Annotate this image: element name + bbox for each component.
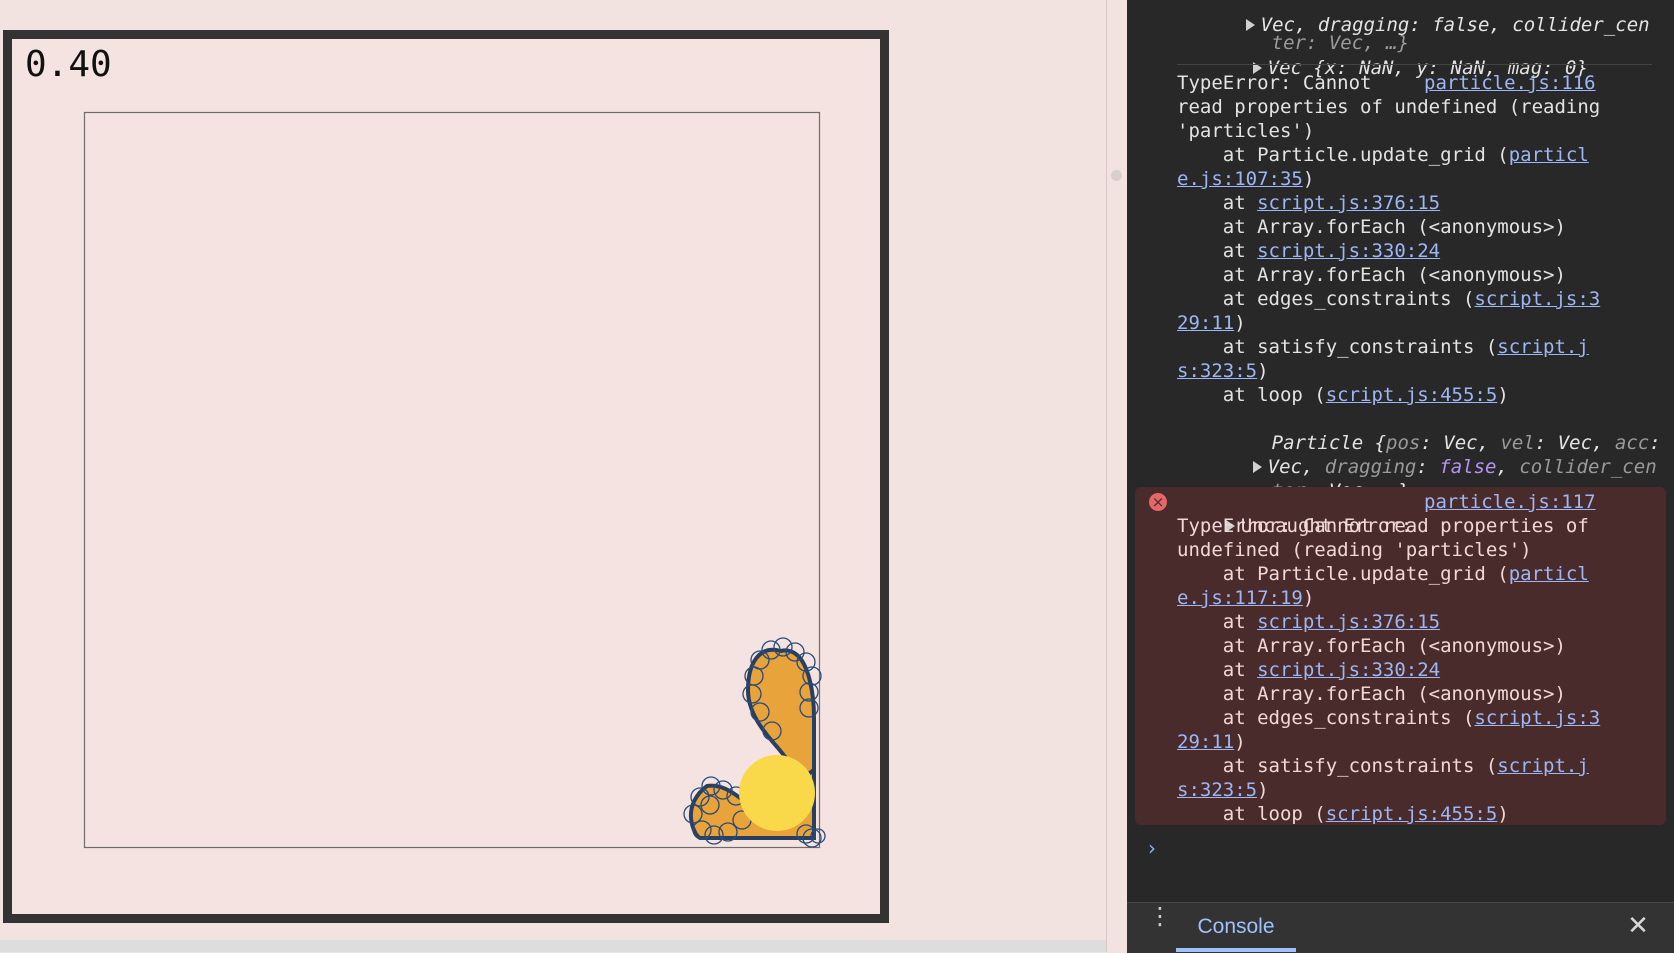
stack-frame-link[interactable]: script.js:376:15	[1257, 611, 1440, 633]
stack-frame-link[interactable]: 29:11	[1177, 731, 1234, 753]
stack-frame-line[interactable]: at script.js:330:24	[1177, 240, 1440, 264]
stack-frame-line[interactable]: at satisfy_constraints (script.j	[1177, 336, 1589, 360]
stack-frame-text: at edges_constraints (	[1177, 288, 1475, 310]
typeerror-text: read properties of undefined (reading	[1177, 96, 1601, 118]
stack-frame-line[interactable]: at loop (script.js:455:5)	[1177, 803, 1509, 827]
splitter-handle-icon[interactable]	[1111, 170, 1122, 181]
simulation-page: 0.40	[0, 0, 1106, 952]
stack-frame-link[interactable]: s:323:5	[1177, 360, 1257, 382]
stack-frame-line[interactable]: at Particle.update_grid (particl	[1177, 144, 1589, 168]
stack-frame-text: at loop (	[1177, 384, 1326, 406]
stack-frame-link[interactable]: 29:11	[1177, 312, 1234, 334]
stack-frame-text: )	[1234, 312, 1246, 334]
stack-frame-line[interactable]: e.js:107:35)	[1177, 168, 1314, 192]
stack-frame-text: at edges_constraints (	[1177, 707, 1475, 729]
stack-frame-line: at Array.forEach (<anonymous>)	[1177, 683, 1566, 707]
stack-frame-text: at	[1177, 659, 1258, 681]
stack-frame-text: at Array.forEach (<anonymous>)	[1177, 683, 1566, 705]
stack-frame-line[interactable]: at script.js:376:15	[1177, 611, 1440, 635]
source-link[interactable]: particle.js:116	[1424, 72, 1596, 96]
close-icon[interactable]: ✕	[1622, 908, 1654, 944]
stack-frame-text: at Array.forEach (<anonymous>)	[1177, 216, 1566, 238]
stack-frame-text: at satisfy_constraints (	[1177, 755, 1498, 777]
stack-frame-link[interactable]: script.js:376:15	[1257, 192, 1440, 214]
simulation-bounds	[83, 111, 821, 849]
stack-frame-text: )	[1302, 587, 1315, 609]
error-message-line: TypeError: Cannot read properties of	[1177, 515, 1589, 537]
stack-frame-link[interactable]: script.js:330:24	[1257, 240, 1440, 262]
tab-console[interactable]: Console	[1176, 902, 1296, 952]
stack-frame-line[interactable]: s:323:5)	[1177, 779, 1269, 803]
error-icon: ×	[1149, 493, 1167, 511]
stack-frame-link[interactable]: script.j	[1497, 336, 1589, 358]
console-object-line: ter: Vec, …}	[1271, 31, 1409, 54]
stack-frame-text: at satisfy_constraints (	[1177, 336, 1498, 358]
stack-frame-line[interactable]: at Particle.update_grid (particl	[1177, 563, 1589, 587]
page-horizontal-scrollbar[interactable]	[0, 940, 1106, 952]
stack-frame-line[interactable]: at script.js:330:24	[1177, 659, 1440, 683]
stack-frame-line: at Array.forEach (<anonymous>)	[1177, 216, 1566, 240]
stack-frame-link[interactable]: particl	[1509, 563, 1589, 585]
stack-frame-link[interactable]: particl	[1509, 144, 1589, 166]
stack-frame-text: at	[1177, 192, 1258, 214]
particle-object-line: ter: Vec, …}	[1203, 456, 1409, 502]
stack-frame-link[interactable]: script.js:3	[1474, 707, 1600, 729]
stack-frame-text: )	[1257, 360, 1269, 382]
stack-frame-line: at Array.forEach (<anonymous>)	[1177, 264, 1566, 288]
error-source-link[interactable]: particle.js:117	[1424, 491, 1596, 515]
stack-frame-link[interactable]: e.js:117:19	[1177, 587, 1303, 609]
stack-frame-line[interactable]: 29:11)	[1177, 312, 1246, 336]
stack-frame-link[interactable]: script.j	[1497, 755, 1589, 777]
stack-frame-link[interactable]: s:323:5	[1177, 779, 1257, 801]
stack-frame-text: )	[1257, 779, 1269, 801]
stack-frame-text: )	[1302, 168, 1315, 190]
stack-frame-link[interactable]: script.js:330:24	[1257, 659, 1440, 681]
console-prompt-icon[interactable]: ›	[1148, 836, 1156, 860]
stack-frame-text: at	[1177, 611, 1258, 633]
more-options-icon[interactable]: ⋮	[1148, 904, 1172, 940]
stack-frame-line[interactable]: 29:11)	[1177, 731, 1246, 755]
stack-frame-text: at Particle.update_grid (	[1177, 144, 1509, 166]
stack-frame-text: at loop (	[1177, 803, 1326, 825]
collider-ball[interactable]	[739, 755, 815, 831]
stack-frame-text: at Array.forEach (<anonymous>)	[1177, 264, 1566, 286]
stack-frame-text: at Array.forEach (<anonymous>)	[1177, 635, 1566, 657]
stack-frame-line[interactable]: at satisfy_constraints (script.j	[1177, 755, 1589, 779]
stack-frame-line[interactable]: at edges_constraints (script.js:3	[1177, 707, 1601, 731]
vec-object-line[interactable]: Vec {x: NaN, y: NaN, mag: 0}	[1184, 33, 1588, 79]
stack-frame-line: at Array.forEach (<anonymous>)	[1177, 635, 1566, 659]
stack-frame-text: at	[1177, 240, 1258, 262]
stack-frame-text: at Particle.update_grid (	[1177, 563, 1509, 585]
typeerror-text: 'particles')	[1177, 120, 1315, 142]
particle-object-line[interactable]: Vec, dragging: false, collider_cen	[1184, 432, 1657, 478]
typeerror-heading: TypeError: Cannot	[1177, 72, 1372, 94]
simulation-drawing	[83, 111, 826, 849]
stack-frame-link[interactable]: script.js:455:5	[1326, 803, 1498, 825]
console-divider	[1177, 64, 1652, 65]
stack-frame-link[interactable]: e.js:107:35	[1177, 168, 1303, 190]
devtools-splitter[interactable]	[1106, 0, 1128, 952]
stack-frame-link[interactable]: script.js:455:5	[1326, 384, 1498, 406]
stack-frame-text: )	[1234, 731, 1246, 753]
stack-frame-text: )	[1497, 803, 1509, 825]
error-message-line: undefined (reading 'particles')	[1177, 539, 1532, 561]
stack-frame-text: )	[1497, 384, 1509, 406]
stack-frame-link[interactable]: script.js:3	[1474, 288, 1600, 310]
stack-frame-line[interactable]: s:323:5)	[1177, 360, 1269, 384]
stack-frame-line[interactable]: e.js:117:19)	[1177, 587, 1314, 611]
particle-object-line: Particle {pos: Vec, vel: Vec, acc:	[1271, 431, 1661, 454]
stack-frame-line[interactable]: at edges_constraints (script.js:3	[1177, 288, 1601, 312]
stack-frame-line[interactable]: at loop (script.js:455:5)	[1177, 384, 1509, 408]
stack-frame-line[interactable]: at script.js:376:15	[1177, 192, 1440, 216]
